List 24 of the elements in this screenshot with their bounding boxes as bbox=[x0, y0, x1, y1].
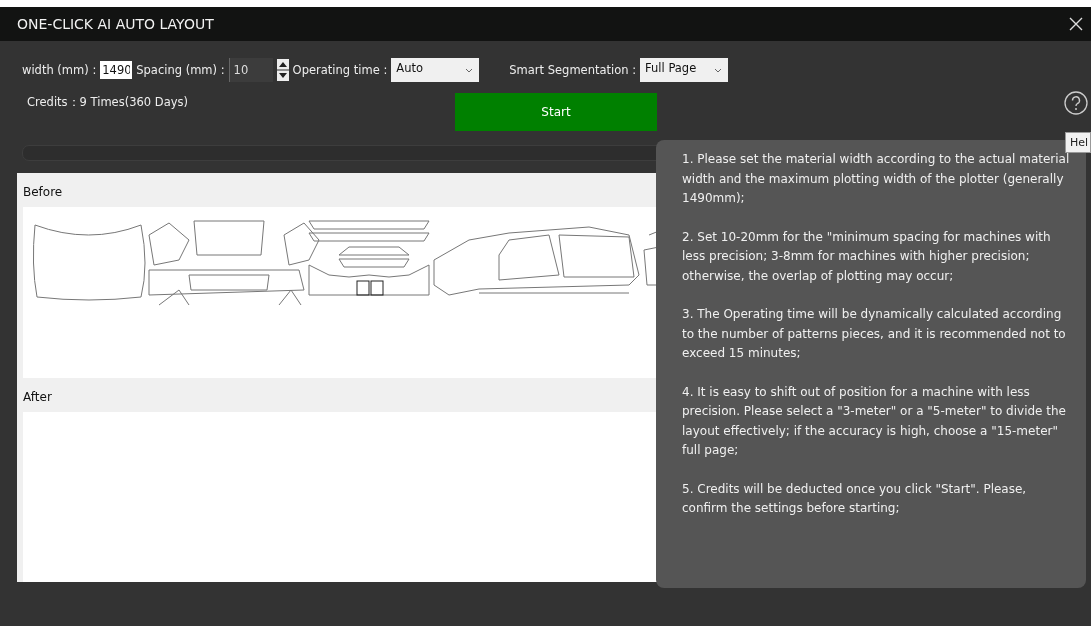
start-button[interactable]: Start bbox=[455, 93, 657, 131]
segmentation-label: Smart Segmentation : bbox=[509, 63, 637, 77]
section-title: After bbox=[23, 389, 52, 404]
spacing-label: Spacing (mm) : bbox=[136, 63, 225, 77]
help-paragraph: 4. It is easy to shift out of position for a machine with less precision. Please select a "3-meter" or a "5-meter" to divide the layout effectively; if the accuracy is high, choose a "15-meter" full page; bbox=[682, 383, 1067, 459]
help-icon[interactable] bbox=[1064, 91, 1088, 115]
width-label: width (mm) : bbox=[22, 63, 97, 77]
help-paragraph: 1. Please set the material width according to the actual material width and the maximum plotting width of the plotter (generally 1490mm); bbox=[682, 151, 1071, 207]
spinner-arrows-icon[interactable] bbox=[276, 59, 289, 81]
chevron-down-icon bbox=[714, 67, 723, 73]
help-paragraph: 5. Credits will be deducted once you click "Start". Please, confirm the settings before starting; bbox=[682, 480, 1028, 517]
section-title: Before bbox=[23, 185, 63, 199]
chevron-down-icon bbox=[465, 67, 474, 73]
help-paragraph: 3. The Operating time will be dynamically calculated according to the number of patterns pieces, and it is recommended not to exceed 15 minutes; bbox=[682, 306, 1067, 362]
operating-time-label: Operating time : bbox=[292, 63, 388, 77]
close-icon[interactable] bbox=[1069, 17, 1083, 31]
help-paragraph: 2. Set 10-20mm for the "minimum spacing for machines with less precision; 3-8mm for machines with higher precision; otherwise, the overlap of plotting may occur; bbox=[682, 228, 1052, 285]
width-field[interactable]: 1490 bbox=[100, 61, 133, 79]
segmentation-dropdown[interactable]: Full Page bbox=[640, 58, 729, 82]
operating-time-dropdown[interactable]: Auto bbox=[391, 58, 480, 82]
spacing-field[interactable]: 10 bbox=[228, 58, 273, 82]
window-title: ONE-CLICK AI AUTO LAYOUT bbox=[17, 16, 214, 32]
credits-text: Credits：9 Times(360 Days) bbox=[27, 95, 189, 110]
help-tooltip: Hel bbox=[1064, 132, 1091, 153]
